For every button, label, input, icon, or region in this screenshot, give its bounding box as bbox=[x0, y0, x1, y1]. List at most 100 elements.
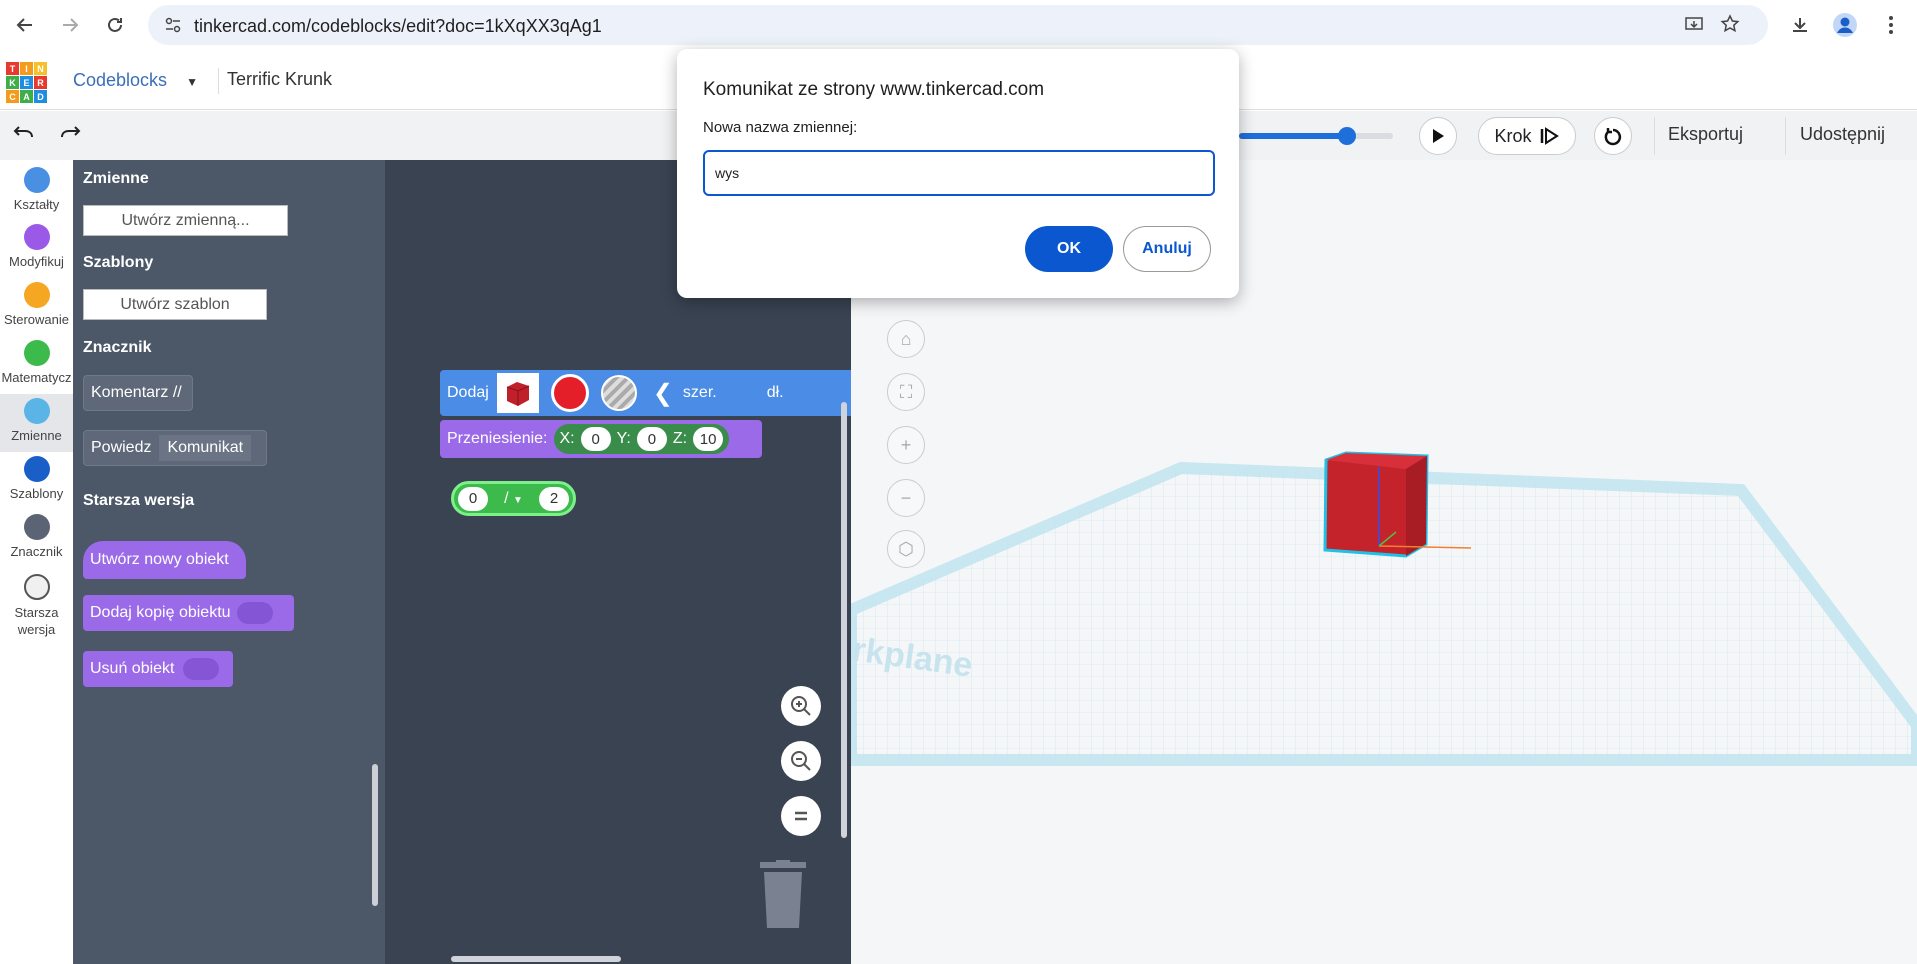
ok-button[interactable]: OK bbox=[1025, 226, 1113, 272]
add-shape-block[interactable]: Dodaj ❮ szer. dł. bbox=[440, 370, 851, 416]
marker-heading: Znacznik bbox=[83, 339, 152, 356]
category-modify[interactable]: Modyfikuj bbox=[0, 224, 73, 269]
play-button[interactable] bbox=[1419, 117, 1457, 155]
category-dot bbox=[23, 514, 50, 540]
category-marker[interactable]: Znacznik bbox=[0, 514, 73, 559]
browser-menu-icon[interactable] bbox=[1876, 10, 1906, 40]
redo-icon[interactable] bbox=[60, 125, 82, 148]
tinkercad-logo[interactable]: T I N K E R C A D bbox=[6, 62, 47, 103]
x-input[interactable]: 0 bbox=[580, 427, 611, 451]
templates-heading: Szablony bbox=[83, 254, 154, 271]
chevron-left-icon[interactable]: ❮ bbox=[653, 379, 673, 408]
category-math[interactable]: Matematycz bbox=[0, 340, 73, 385]
logo-letter: E bbox=[20, 76, 33, 89]
create-variable-button[interactable]: Utwórz zmienną... bbox=[83, 205, 288, 236]
copy-object-label: Dodaj kopię obiektu bbox=[90, 604, 231, 621]
say-block[interactable]: Powiedz Komunikat bbox=[83, 430, 267, 466]
category-label: Kształty bbox=[13, 197, 60, 212]
undo-icon[interactable] bbox=[12, 125, 34, 148]
color-swatch[interactable] bbox=[550, 374, 589, 412]
reset-button[interactable] bbox=[1594, 117, 1632, 155]
workspace-vertical-scrollbar[interactable] bbox=[841, 402, 847, 838]
downloads-icon[interactable] bbox=[1785, 10, 1815, 40]
category-label: Matematycz bbox=[1, 370, 72, 385]
create-template-button[interactable]: Utwórz szablon bbox=[83, 289, 267, 320]
category-label: Znacznik bbox=[10, 544, 63, 559]
legacy-heading: Starsza wersja bbox=[83, 492, 195, 509]
zoom-in-icon[interactable] bbox=[781, 686, 821, 726]
logo-letter: T bbox=[6, 62, 19, 75]
step-button[interactable]: Krok bbox=[1478, 117, 1576, 155]
logo-letter: A bbox=[20, 90, 33, 103]
flyout-scrollbar[interactable] bbox=[372, 764, 378, 906]
mode-label: Codeblocks bbox=[73, 70, 168, 90]
bookmark-star-icon[interactable] bbox=[1720, 14, 1740, 39]
variable-name-dialog: Komunikat ze strony www.tinkercad.com No… bbox=[677, 49, 1239, 298]
fit-view-icon[interactable]: ⛶ bbox=[887, 373, 925, 411]
z-label: Z: bbox=[672, 430, 688, 447]
category-templates[interactable]: Szablony bbox=[0, 456, 73, 501]
speed-slider-thumb[interactable] bbox=[1337, 127, 1356, 145]
toolbar-divider bbox=[1785, 117, 1786, 155]
say-block-label: Powiedz bbox=[91, 439, 152, 456]
variable-name-input[interactable] bbox=[703, 150, 1215, 196]
operator-dropdown[interactable]: / ▼ bbox=[504, 490, 523, 508]
share-button[interactable]: Udostępnij bbox=[1800, 124, 1885, 145]
width-label: szer. bbox=[682, 384, 717, 401]
restart-icon bbox=[1604, 128, 1622, 146]
divisor-input[interactable]: 2 bbox=[539, 486, 569, 511]
zoom-in-view-icon[interactable]: + bbox=[887, 426, 925, 464]
object-slot[interactable] bbox=[182, 658, 219, 680]
trash-icon[interactable] bbox=[758, 860, 808, 935]
category-label: Starsza wersja bbox=[14, 605, 59, 637]
copy-object-block[interactable]: Dodaj kopię obiektu bbox=[83, 595, 294, 631]
reload-icon[interactable] bbox=[100, 10, 130, 40]
x-label: X: bbox=[559, 430, 575, 447]
say-message-field[interactable]: Komunikat bbox=[159, 435, 252, 461]
object-slot[interactable] bbox=[236, 602, 273, 624]
profile-avatar[interactable] bbox=[1830, 10, 1860, 40]
url-text: tinkercad.com/codeblocks/edit?doc=1kXqXX… bbox=[194, 16, 602, 36]
zoom-reset-icon[interactable] bbox=[781, 796, 821, 836]
shape-picker[interactable] bbox=[496, 373, 539, 413]
home-view-icon[interactable]: ⌂ bbox=[887, 320, 925, 358]
hole-toggle[interactable] bbox=[600, 375, 637, 411]
move-block-label: Przeniesienie: bbox=[447, 430, 548, 447]
cancel-button[interactable]: Anuluj bbox=[1123, 226, 1211, 272]
view-cube-icon[interactable]: ⬡ bbox=[887, 530, 925, 568]
chevron-down-icon: ▼ bbox=[513, 494, 523, 506]
browser-toolbar: tinkercad.com/codeblocks/edit?doc=1kXqXX… bbox=[0, 0, 1917, 52]
back-icon[interactable] bbox=[10, 10, 40, 40]
address-bar[interactable]: tinkercad.com/codeblocks/edit?doc=1kXqXX… bbox=[148, 5, 1768, 45]
logo-letter: I bbox=[20, 62, 33, 75]
comment-block[interactable]: Komentarz // bbox=[83, 375, 193, 411]
site-settings-icon[interactable] bbox=[164, 16, 182, 39]
remove-object-block[interactable]: Usuń obiekt bbox=[83, 651, 233, 687]
mode-dropdown[interactable]: Codeblocks ▼ bbox=[73, 70, 198, 91]
logo-letter: D bbox=[34, 90, 47, 103]
workspace-horizontal-scrollbar[interactable] bbox=[451, 956, 621, 962]
category-label: Sterowanie bbox=[3, 312, 70, 327]
install-app-icon[interactable] bbox=[1684, 15, 1704, 40]
category-shapes[interactable]: Kształty bbox=[0, 167, 73, 212]
move-block[interactable]: Przeniesienie: X: 0 Y: 0 Z: 10 bbox=[440, 420, 762, 458]
logo-letter: C bbox=[6, 90, 19, 103]
logo-letter: N bbox=[34, 62, 47, 75]
y-input[interactable]: 0 bbox=[636, 427, 667, 451]
operator-label: / bbox=[504, 489, 509, 507]
forward-icon[interactable] bbox=[55, 10, 85, 40]
zoom-out-view-icon[interactable]: − bbox=[887, 479, 925, 517]
zoom-out-icon[interactable] bbox=[781, 741, 821, 781]
variables-heading: Zmienne bbox=[83, 170, 149, 187]
dividend-input[interactable]: 0 bbox=[458, 486, 488, 511]
project-name[interactable]: Terrific Krunk bbox=[227, 69, 332, 90]
new-object-block[interactable]: Utwórz nowy obiekt bbox=[83, 541, 246, 579]
speed-slider[interactable] bbox=[1239, 127, 1393, 145]
category-legacy[interactable]: Starsza wersja bbox=[0, 574, 73, 638]
toolbar-divider bbox=[1654, 117, 1655, 155]
category-control[interactable]: Sterowanie bbox=[0, 282, 73, 327]
z-input[interactable]: 10 bbox=[693, 427, 724, 451]
export-button[interactable]: Eksportuj bbox=[1668, 124, 1743, 145]
divide-block[interactable]: 0 / ▼ 2 bbox=[451, 481, 576, 516]
category-variables[interactable]: Zmienne bbox=[0, 394, 73, 452]
